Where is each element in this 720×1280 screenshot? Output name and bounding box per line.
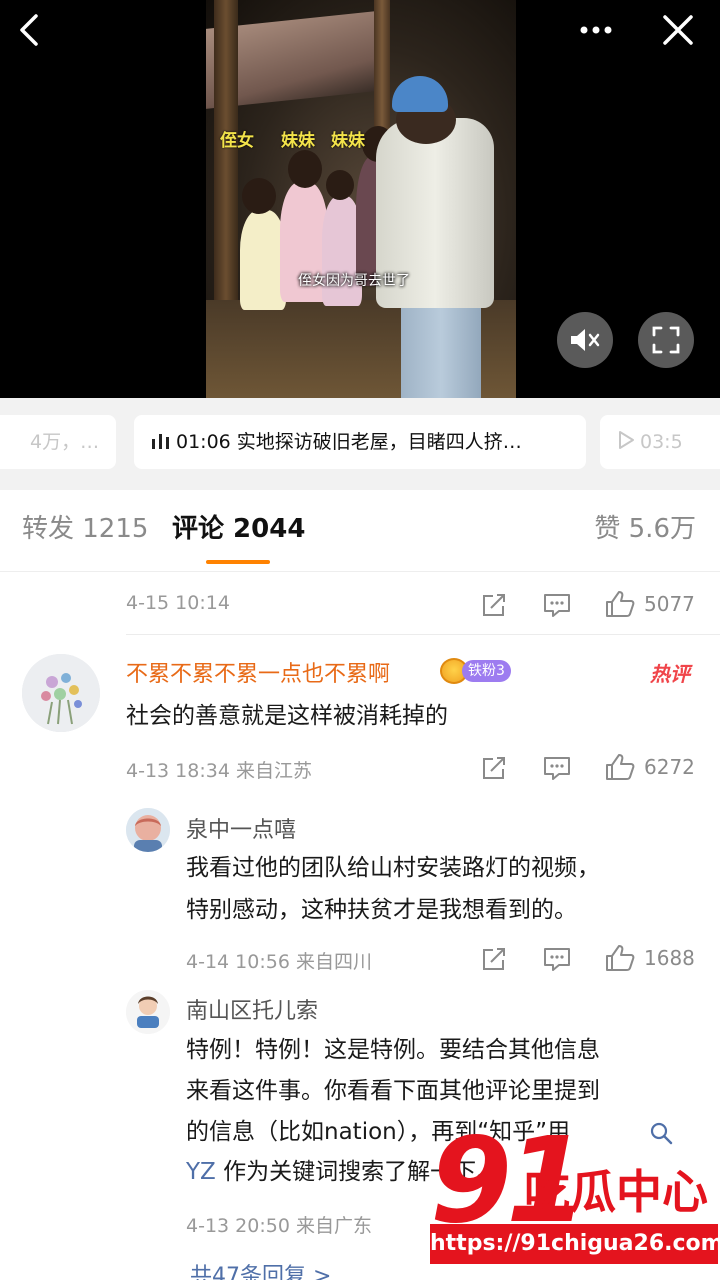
reply-text-line: 来看这件事。你看看下面其他评论里提到	[186, 1078, 600, 1104]
play-icon	[619, 431, 634, 449]
hot-comment-tag: 热评	[650, 662, 690, 686]
like-count: 6272	[644, 755, 695, 779]
chapter-label: 01:06 实地探访破旧老屋，目睹四人挤…	[176, 431, 522, 453]
search-keyword-link[interactable]: YZ	[186, 1159, 216, 1185]
comment-icon	[544, 757, 570, 780]
chapter-chip-next[interactable]: 03:5	[600, 415, 720, 469]
fan-badge[interactable]: 铁粉3	[440, 658, 511, 684]
video-player[interactable]: 侄女 妹妹 妹妹 侄女因为哥去世了	[0, 0, 720, 398]
mute-button[interactable]	[557, 312, 613, 368]
reply-text-line: 我看过他的团队给山村安装路灯的视频，	[186, 855, 600, 881]
chapter-chip-current[interactable]: 01:06 实地探访破旧老屋，目睹四人挤…	[134, 415, 586, 469]
close-button[interactable]	[656, 8, 700, 52]
repost-button[interactable]	[479, 590, 509, 620]
comment-time: 4-15 10:14	[126, 592, 230, 614]
reply-button[interactable]	[541, 944, 573, 974]
repost-icon	[483, 757, 505, 779]
like-count: 1688	[644, 946, 695, 970]
tab-comments[interactable]: 评论 2044	[172, 512, 305, 546]
chapter-label: 4万，…	[30, 431, 100, 453]
cartoon-avatar-image	[126, 990, 170, 1034]
video-subtitle: 侄女因为哥去世了	[298, 273, 410, 289]
reply-time: 4-14 10:56 来自四川	[186, 951, 372, 973]
chevron-left-icon	[20, 14, 38, 46]
repost-icon	[483, 948, 505, 970]
overlay-label: 妹妹	[281, 131, 315, 151]
dots-separator: ……	[134, 1264, 182, 1280]
comment-text: 社会的善意就是这样被消耗掉的	[126, 703, 448, 729]
reply-username[interactable]: 泉中一点嘻	[186, 812, 296, 844]
avatar[interactable]	[126, 808, 170, 852]
reply-time: 4-13 20:50 来自广东	[186, 1215, 372, 1237]
more-replies-label: 共47条回复 >	[190, 1264, 332, 1280]
reply-text-line: 特别感动，这种扶贫才是我想看到的。	[186, 897, 577, 923]
overlay-label: 妹妹	[331, 131, 365, 151]
video-frame	[206, 0, 516, 398]
tab-likes[interactable]: 赞 5.6万	[594, 512, 696, 546]
comment-icon	[544, 594, 570, 617]
comment-time: 4-13 18:34 来自江苏	[126, 760, 312, 782]
cartoon-avatar-image	[126, 808, 170, 852]
like-button[interactable]: 6272	[604, 752, 695, 782]
more-dots-icon	[580, 26, 612, 34]
back-button[interactable]	[8, 8, 52, 52]
repost-button[interactable]	[479, 753, 509, 783]
comment-username[interactable]: 不累不累不累一点也不累啊	[126, 656, 390, 688]
chapter-strip: 4万，… 01:06 实地探访破旧老屋，目睹四人挤… 03:5	[0, 398, 720, 490]
tab-bar: 转发 1215 评论 2044 赞 5.6万	[0, 490, 720, 572]
reply-username[interactable]: 南山区托儿索	[186, 993, 318, 1025]
man-legs	[401, 300, 481, 398]
avatar[interactable]	[126, 990, 170, 1034]
close-icon	[663, 15, 693, 45]
like-count: 5077	[644, 592, 695, 616]
flowers-avatar-image	[22, 654, 100, 732]
thumb-up-icon	[606, 754, 635, 780]
overlay-label: 侄女	[220, 131, 254, 151]
child-head	[288, 150, 322, 188]
tab-repost[interactable]: 转发 1215	[22, 512, 148, 546]
avatar[interactable]	[22, 654, 100, 732]
watermark-name: 吃瓜中心	[524, 1165, 708, 1219]
thumb-up-icon	[606, 945, 635, 971]
watermark-logo: 91 吃瓜中心 https://91chigua26.com	[430, 1120, 720, 1280]
like-button[interactable]: 5077	[604, 589, 695, 619]
watermark-url: https://91chigua26.com	[430, 1224, 720, 1264]
fullscreen-icon	[652, 326, 680, 354]
blue-cap	[392, 76, 448, 112]
child-head	[326, 170, 354, 200]
chapter-label: 03:5	[640, 431, 683, 453]
fullscreen-button[interactable]	[638, 312, 694, 368]
more-replies-link[interactable]: …… 共47条回复 >	[134, 1258, 331, 1280]
active-tab-indicator	[206, 560, 270, 564]
more-button[interactable]	[574, 8, 618, 52]
reply-text-line: 特例！特例！这是特例。要结合其他信息	[186, 1037, 600, 1063]
repost-button[interactable]	[479, 944, 509, 974]
reply-button[interactable]	[541, 753, 573, 783]
chapter-chip-prev[interactable]: 4万，…	[0, 415, 116, 469]
child-head	[242, 178, 276, 214]
comment-divider	[126, 634, 720, 635]
reply-button[interactable]	[541, 590, 573, 620]
audio-bars-icon	[152, 434, 169, 449]
comment-icon	[544, 948, 570, 971]
like-button[interactable]: 1688	[604, 943, 695, 973]
mute-icon	[571, 329, 600, 351]
repost-icon	[483, 594, 505, 616]
fan-level: 铁粉3	[462, 660, 511, 682]
thumb-up-icon	[606, 591, 635, 617]
